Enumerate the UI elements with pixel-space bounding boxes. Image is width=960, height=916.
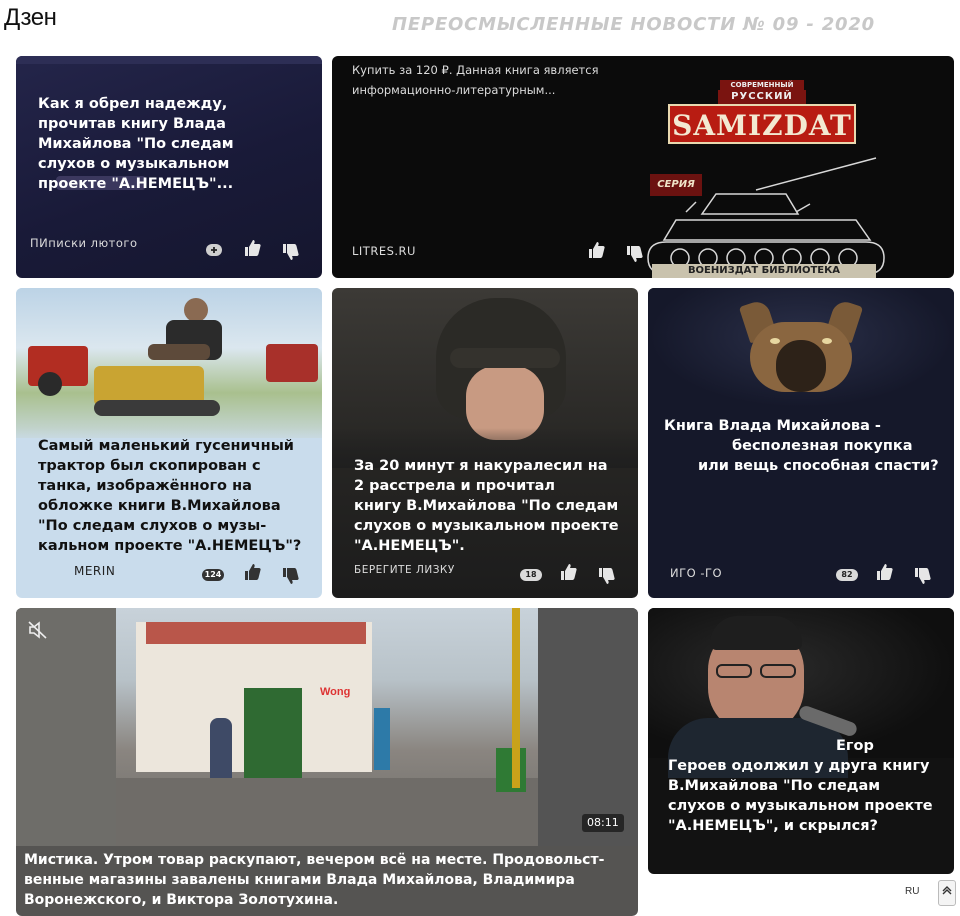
card-source[interactable]: LITRES.RU (352, 244, 416, 258)
thumbs-down-icon[interactable] (912, 566, 932, 586)
card-title[interactable]: Книга Влада Михайлова - бесполезная поку… (664, 416, 939, 476)
thumbs-up-icon[interactable] (874, 562, 894, 582)
video-frame: Wong (116, 608, 538, 846)
cover-series-label: СОВРЕМЕННЫЙ (720, 80, 804, 90)
ad-text[interactable]: Купить за 120 ₽. Данная книга является и… (352, 60, 599, 100)
comment-count-badge[interactable]: 82 (836, 569, 858, 581)
feed-card-video[interactable]: Wong 08:11 Мистика. Утром товар раскупаю… (16, 608, 638, 916)
card-title[interactable]: Самый маленький гусеничный трактор был с… (38, 436, 301, 556)
shop-sign: Wong (320, 686, 351, 698)
plus-icon[interactable] (204, 240, 224, 260)
thumbs-down-icon[interactable] (280, 566, 300, 586)
thumbs-up-icon[interactable] (558, 562, 578, 582)
thumbs-down-icon[interactable] (596, 566, 616, 586)
chevron-up-icon[interactable] (938, 880, 956, 906)
issue-title: ПЕРЕОСМЫСЛЕННЫЕ НОВОСТИ № 09 - 2020 (392, 14, 876, 35)
card-title[interactable]: Егор Героев одолжил у друга книгу В.Миха… (668, 736, 933, 836)
card-image-tractor[interactable] (16, 288, 322, 438)
book-cover-image[interactable]: СОВРЕМЕННЫЙ РУССКИЙ SAMIZDAT СЕРИЯ ВОЕНИ… (647, 74, 890, 278)
feed-card-dog[interactable]: Книга Влада Михайлова - бесполезная поку… (648, 288, 954, 598)
feed-card-portrait[interactable]: Егор Героев одолжил у друга книгу В.Миха… (648, 608, 954, 874)
language-selector[interactable]: RU (905, 882, 935, 902)
mute-icon[interactable] (28, 620, 48, 640)
video-duration: 08:11 (582, 814, 624, 832)
ad-card-litres[interactable]: Купить за 120 ₽. Данная книга является и… (332, 56, 954, 278)
feed-card-tractor[interactable]: Самый маленький гусеничный трактор был с… (16, 288, 322, 598)
card-title[interactable]: Мистика. Утром товар раскупают, вечером … (24, 850, 604, 910)
thumbs-down-icon[interactable] (624, 244, 644, 264)
cover-title: SAMIZDAT (668, 104, 856, 144)
cover-series-label-2: РУССКИЙ (718, 90, 806, 104)
video-player[interactable]: Wong 08:11 (16, 608, 638, 846)
thumbs-up-icon[interactable] (586, 240, 606, 260)
thumbs-up-icon[interactable] (242, 562, 262, 582)
tank-drawing (647, 157, 885, 275)
card-source[interactable]: БЕРЕГИТЕ ЛИЗКУ (354, 564, 455, 576)
cover-bottom-text: ВОЕНИЗДАТ БИБЛИОТЕКА (652, 264, 876, 278)
card-title[interactable]: За 20 минут я накуралесил на 2 расстрела… (354, 456, 619, 556)
feed-card-hope[interactable]: Как я обрел надежду, прочитав книгу Влад… (16, 56, 322, 278)
card-source[interactable]: ИГО -ГО (670, 566, 722, 580)
feed-card-crew[interactable]: За 20 минут я накуралесил на 2 расстрела… (332, 288, 638, 598)
comment-count-badge[interactable]: 18 (520, 569, 542, 581)
card-source[interactable]: MERIN (74, 564, 115, 578)
comment-count-badge[interactable]: 124 (202, 569, 224, 581)
thumbs-down-icon[interactable] (280, 242, 300, 262)
card-image-dog[interactable] (648, 288, 954, 408)
thumbs-up-icon[interactable] (242, 238, 262, 258)
brand-logo[interactable]: Дзен (4, 4, 57, 32)
card-source[interactable]: ПИписки лютого (30, 236, 138, 250)
card-title[interactable]: Как я обрел надежду, прочитав книгу Влад… (38, 94, 234, 194)
